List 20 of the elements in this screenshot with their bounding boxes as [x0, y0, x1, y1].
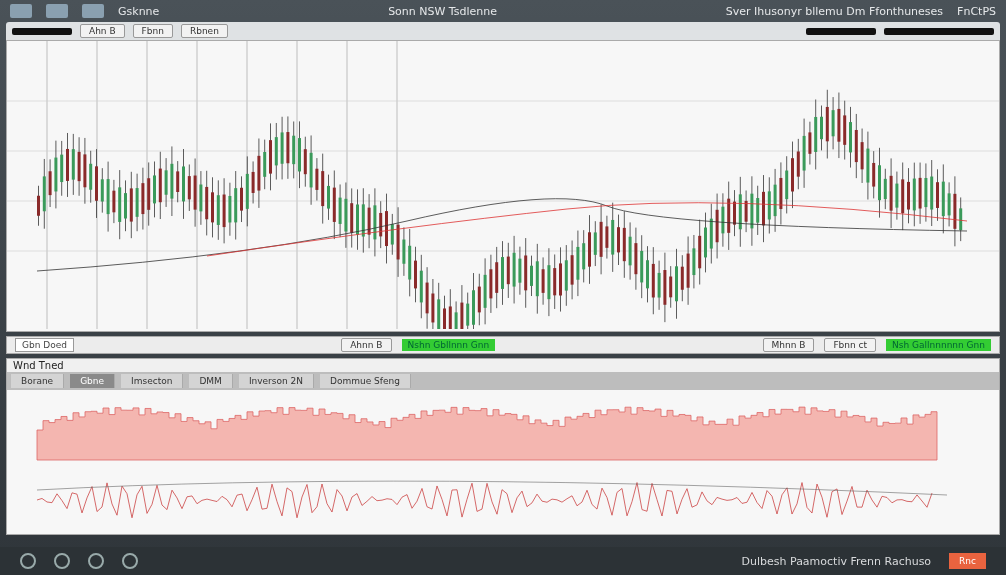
window-title: Sonn NSW Tsdlenne [388, 4, 497, 18]
indicator-tab[interactable]: Dommue Sfeng [320, 374, 411, 388]
strip-button[interactable]: Fbnn ct [824, 338, 877, 352]
status-text: Dulbesh Paamoctiv Frenn Rachuso [741, 554, 932, 568]
indicator-tab[interactable]: Inverson 2N [238, 374, 315, 388]
status-label: Nsh Gallnnnnnn Gnn [886, 339, 991, 351]
toolbar-button[interactable]: Ahn B [80, 24, 125, 38]
indicator-tab[interactable]: Imsecton [121, 374, 184, 388]
symbol-field[interactable]: Gbn Doed [15, 338, 74, 352]
window-subtitle: Sver Ihusonyr bllemu Dm Ffonthuneses [725, 4, 944, 18]
header-label: FnCtPS [957, 4, 996, 18]
indicator-tab[interactable]: DMM [189, 374, 233, 388]
strip-button[interactable]: Mhnn B [762, 338, 815, 352]
strip-button[interactable]: Ahnn B [341, 338, 392, 352]
status-label: Nshn Gbllnnn Gnn [401, 339, 496, 351]
toolbar-button[interactable]: Rbnen [180, 24, 228, 38]
toolbar-button[interactable]: Fbnn [132, 24, 173, 38]
app-name: Gsknne [118, 4, 160, 18]
panel-title: Wnd Tned [7, 359, 999, 372]
indicator-tab[interactable]: Borane [11, 374, 65, 388]
